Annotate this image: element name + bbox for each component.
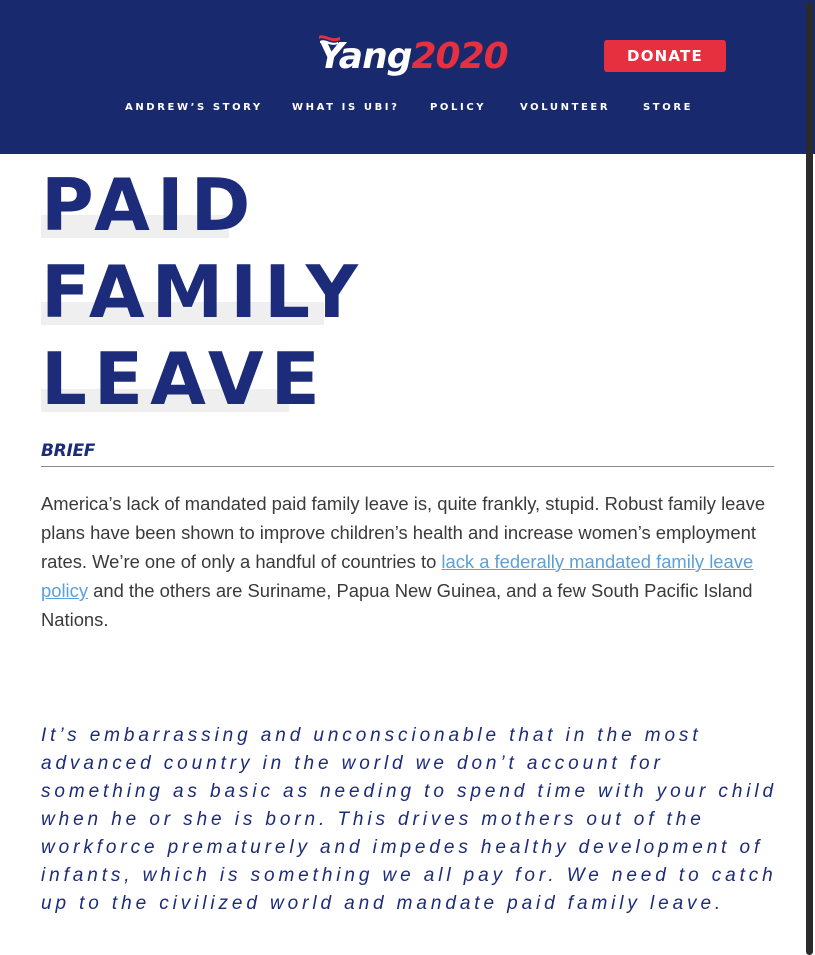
nav-item-what-is-ubi[interactable]: WHAT IS UBI? [292,101,400,115]
nav-item-store[interactable]: STORE [643,101,693,115]
title-line-text: FAMILY [41,250,365,334]
flag-swoosh-icon [319,35,340,45]
nav-item-andrews-story[interactable]: ANDREW’S STORY [125,101,263,115]
title-line-text: LEAVE [41,337,327,421]
page-title: PAID FAMILY LEAVE [41,168,365,429]
logo-year: 2020 [411,36,509,77]
nav-item-policy[interactable]: POLICY [430,101,486,115]
policy-quote: It’s embarrassing and unconscionable tha… [41,725,777,914]
title-line: PAID [41,168,365,255]
site-header: Yang2020 DONATE ANDREW’S STORY WHAT IS U… [0,0,815,154]
brief-text-after-link: and the others are Suriname, Papua New G… [41,580,753,630]
donate-button[interactable]: DONATE [604,40,726,72]
scrollbar[interactable] [806,2,813,955]
title-line-text: PAID [41,163,258,247]
brief-paragraph: America’s lack of mandated paid family l… [41,489,776,634]
title-line: FAMILY [41,255,365,342]
nav-item-volunteer[interactable]: VOLUNTEER [520,101,610,115]
yang2020-logo[interactable]: Yang2020 [318,34,509,80]
title-line: LEAVE [41,342,365,429]
section-divider [41,466,774,467]
brief-heading: BRIEF [41,441,96,461]
